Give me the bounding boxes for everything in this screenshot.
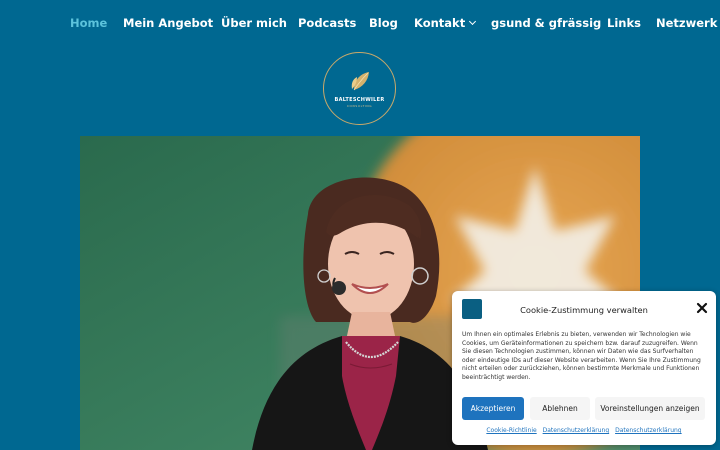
close-icon[interactable] (696, 302, 708, 314)
leaf-icon (351, 72, 369, 91)
chevron-down-icon (469, 17, 477, 26)
cookie-dialog-text: Um Ihnen ein optimales Erlebnis zu biete… (462, 331, 701, 381)
preferences-button[interactable]: Voreinstellungen anzeigen (595, 397, 705, 420)
logo-name: BALTESCHWILER (334, 97, 385, 103)
site-logo[interactable]: BALTESCHWILER CONSULTING (323, 52, 396, 125)
cookie-dialog-links: Cookie-Richtlinie Datenschutzerklärung D… (452, 427, 716, 434)
cookie-policy-link[interactable]: Cookie-Richtlinie (486, 427, 536, 434)
nav-item-mein-angebot[interactable]: Mein Angebot (123, 16, 213, 30)
cookie-dialog-title: Cookie-Zustimmung verwalten (520, 305, 648, 315)
deny-button[interactable]: Ablehnen (530, 397, 590, 420)
nav-item-home[interactable]: Home (70, 16, 107, 30)
logo-subtitle: CONSULTING (346, 104, 373, 108)
nav-item-kontakt[interactable]: Kontakt (414, 16, 477, 30)
nav-item-netzwerk[interactable]: Netzwerk (656, 16, 717, 30)
privacy-policy-link[interactable]: Datenschutzerklärung (543, 427, 610, 434)
nav-item-blog[interactable]: Blog (369, 16, 398, 30)
accept-button[interactable]: Akzeptieren (462, 397, 524, 420)
cookie-consent-dialog: Cookie-Zustimmung verwalten Um Ihnen ein… (452, 291, 716, 445)
main-navigation: Home Mein Angebot Über mich Podcasts Blo… (0, 0, 720, 46)
nav-item-kontakt-label: Kontakt (414, 16, 466, 30)
nav-item-links[interactable]: Links (607, 16, 641, 30)
nav-item-gsund-gfraessig[interactable]: gsund & gfrässig (491, 16, 601, 30)
privacy-policy-link-2[interactable]: Datenschutzerklärung (615, 427, 682, 434)
nav-item-podcasts[interactable]: Podcasts (298, 16, 356, 30)
nav-item-ueber-mich[interactable]: Über mich (221, 16, 287, 30)
